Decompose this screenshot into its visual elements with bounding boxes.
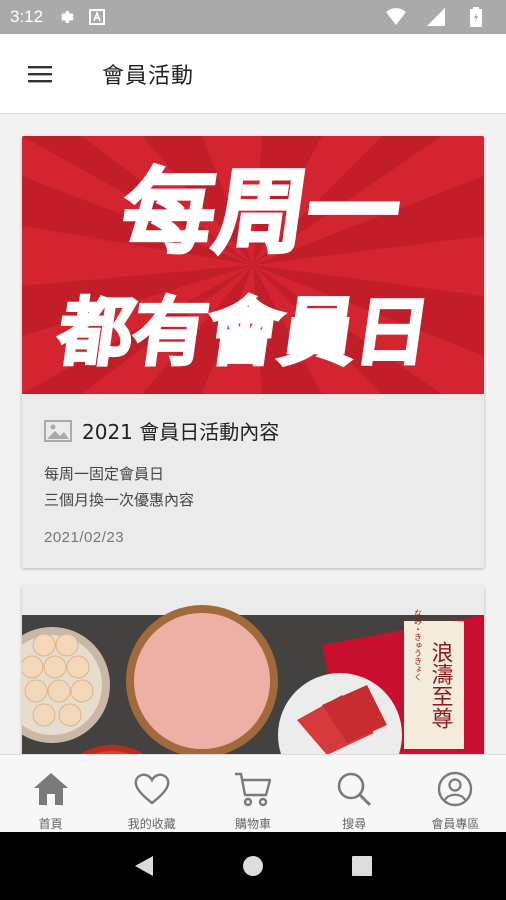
user-icon bbox=[435, 769, 475, 809]
nav-label-favorites: 我的收藏 bbox=[127, 817, 176, 831]
menu-button[interactable] bbox=[0, 34, 80, 114]
status-time: 3:12 bbox=[10, 7, 44, 26]
home-icon bbox=[31, 769, 71, 809]
activity-card[interactable]: 浪濤 なみ・きゅうきょく 至尊 bbox=[22, 586, 484, 754]
back-triangle-icon bbox=[135, 856, 154, 876]
gear-icon bbox=[57, 7, 77, 27]
activity-card[interactable]: 每周一 都有會員日 2021 會員日活動內容 每周一固定會員日 三個月換一次優惠… bbox=[22, 136, 484, 568]
nav-item-member[interactable]: 會員專區 bbox=[405, 755, 506, 832]
nav-item-cart[interactable]: 購物車 bbox=[202, 755, 303, 832]
home-button[interactable] bbox=[233, 846, 273, 886]
signal-icon bbox=[426, 7, 446, 27]
card-title-row: 2021 會員日活動內容 bbox=[22, 394, 484, 445]
battery-icon bbox=[466, 7, 486, 27]
recents-button[interactable] bbox=[342, 846, 382, 886]
card-description-line: 三個月換一次優惠內容 bbox=[44, 491, 195, 509]
nav-item-home[interactable]: 首頁 bbox=[0, 755, 101, 832]
bottom-nav: 首頁 我的收藏 購物車 搜尋 會員專區 bbox=[0, 754, 506, 832]
banner-badge-line1: 浪濤 bbox=[428, 641, 454, 685]
nav-label-cart: 購物車 bbox=[235, 817, 272, 831]
banner-image: 浪濤 なみ・きゅうきょく 至尊 bbox=[22, 605, 484, 754]
cart-icon bbox=[233, 769, 273, 809]
a-icon bbox=[87, 7, 107, 27]
banner-image: 每周一 都有會員日 bbox=[22, 136, 484, 394]
nav-label-search: 搜尋 bbox=[342, 817, 367, 831]
banner-badge-line2: 至尊 bbox=[428, 685, 453, 729]
card-description-line: 每周一固定會員日 bbox=[44, 465, 165, 483]
recents-square-icon bbox=[351, 856, 372, 876]
banner-badge-sub: なみ・きゅうきょく bbox=[414, 609, 423, 681]
image-icon bbox=[44, 419, 72, 442]
page-title: 會員活動 bbox=[102, 63, 195, 89]
heart-icon bbox=[132, 769, 172, 809]
app-bar: 會員活動 bbox=[0, 34, 506, 114]
nav-item-search[interactable]: 搜尋 bbox=[304, 755, 405, 832]
card-date: 2021/02/23 bbox=[44, 529, 125, 546]
nav-label-member: 會員專區 bbox=[431, 817, 480, 831]
card-title: 2021 會員日活動內容 bbox=[82, 420, 280, 444]
search-icon bbox=[334, 769, 374, 809]
nav-label-home: 首頁 bbox=[38, 817, 63, 831]
back-button[interactable] bbox=[124, 846, 164, 886]
banner-headline-1: 每周一 bbox=[116, 158, 407, 265]
status-bar: 3:12 bbox=[0, 0, 506, 34]
card-description: 每周一固定會員日 三個月換一次優惠內容 bbox=[22, 445, 484, 513]
wifi-icon bbox=[386, 7, 406, 27]
system-nav-bar bbox=[0, 832, 506, 900]
home-circle-icon bbox=[242, 856, 263, 876]
nav-item-favorites[interactable]: 我的收藏 bbox=[101, 755, 202, 832]
hamburger-icon bbox=[28, 65, 52, 82]
banner-headline-2: 都有會員日 bbox=[52, 289, 435, 376]
content-list[interactable]: 每周一 都有會員日 2021 會員日活動內容 每周一固定會員日 三個月換一次優惠… bbox=[0, 114, 506, 754]
